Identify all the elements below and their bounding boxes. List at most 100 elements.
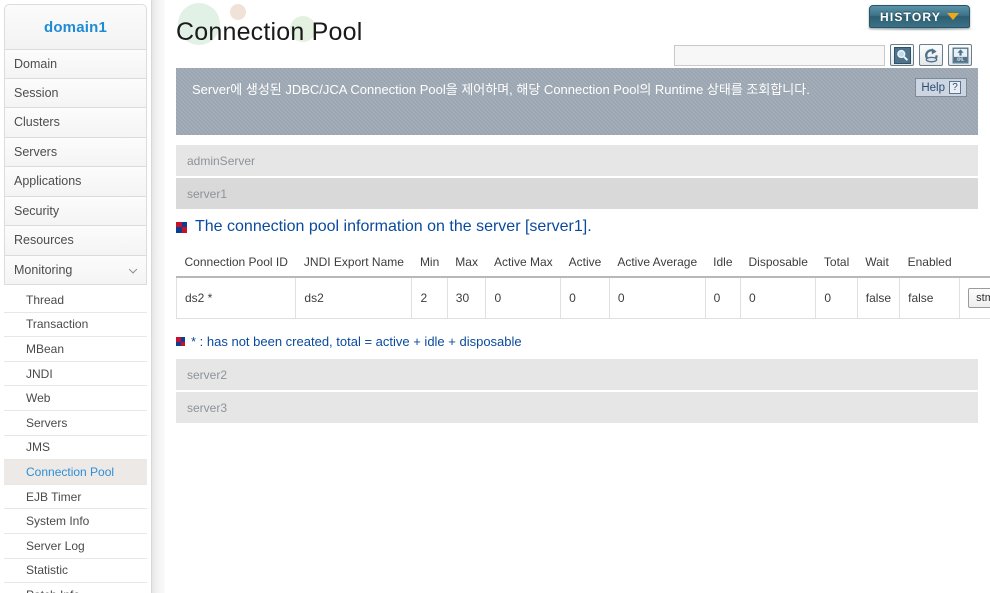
sidebar-item-label: Patch Info [26,588,80,593]
domain-label: domain1 [43,18,108,36]
server-row-label: server1 [187,186,228,201]
table-header-row: Connection Pool ID JNDI Export Name Min Max… [176,250,990,278]
sidebar-item-label: Statistic [26,563,69,578]
svg-text:XML: XML [956,57,964,63]
refresh-icon[interactable] [919,44,943,66]
page-title: Connection Pool [176,18,363,46]
stmt-button[interactable]: stmt [968,288,990,308]
search-toolbar: XML [674,44,972,66]
sidebar-item-system-info[interactable]: System Info [4,509,147,534]
sidebar-item-label: MBean [26,341,65,356]
sidebar-item-jms[interactable]: JMS [4,435,147,461]
server-row-label: server3 [187,400,228,415]
sidebar-item-label: JMS [26,440,50,455]
sidebar-item-label: Web [26,391,51,406]
cell-enabled: false [899,277,961,319]
search-input[interactable] [674,44,885,66]
server-row-label: server2 [187,367,228,382]
sidebar-item-label: Server Log [26,538,85,553]
sidebar-item-label: System Info [26,514,90,529]
section-title-text: The connection pool information on the s… [195,218,592,235]
sidebar-item-web[interactable]: Web [4,386,147,411]
cell-wait: false [857,277,901,319]
server-row-label: adminServer [187,153,256,168]
help-button-label: Help [921,81,945,94]
sidebar-item-label: Resources [14,233,74,248]
table-column-header: JNDI Export Name [295,250,412,278]
cell-total: 0 [815,277,858,319]
xml-export-icon[interactable]: XML [948,44,972,66]
table-column-header: Connection Pool ID [176,250,296,278]
server-row-server2[interactable]: server2 [176,359,978,391]
cell-disposable: 0 [740,277,817,319]
cell-max: 30 [447,277,487,319]
sidebar-item-label: Thread [26,292,65,307]
sidebar-item-security[interactable]: Security [4,196,147,226]
cell-min: 2 [411,277,448,319]
table-column-header: Wait [857,250,900,278]
search-icon[interactable] [890,44,914,66]
section-title: The connection pool information on the s… [176,218,592,236]
sidebar-item-patch-info[interactable]: Patch Info [4,583,147,593]
sidebar-item-jndi[interactable]: JNDI [4,361,147,387]
history-button[interactable]: HISTORY [869,5,970,28]
question-mark-icon: ? [949,81,961,94]
description-text: Server에 생성된 JDBC/JCA Connection Pool을 제어… [192,82,810,97]
cell-active-average: 0 [609,277,706,319]
connection-pool-table: Connection Pool ID JNDI Export Name Min Max… [175,250,990,319]
sidebar-item-servers[interactable]: Servers [4,137,147,167]
table-column-header: Total [815,250,858,278]
cell-active-max: 0 [485,277,562,319]
cell-idle: 0 [705,277,742,319]
table-column-header: Enabled [899,250,960,278]
table-column-header: Disposable [740,250,816,278]
section-marker-icon [176,221,187,233]
sidebar-item-applications[interactable]: Applications [4,167,147,197]
sidebar-item-statistic[interactable]: Statistic [4,558,147,584]
cell-connection-pool-id: ds2 * [175,277,297,319]
sidebar-sub-list: Thread Transaction MBean JNDI Web Servers JMS C… [0,288,151,593]
sidebar-item-mbean[interactable]: MBean [4,337,147,362]
sidebar-item-label: Domain [14,56,58,71]
sidebar-item-label: Monitoring [14,262,73,277]
sidebar-item-thread[interactable]: Thread [4,288,147,313]
sidebar-item-resources[interactable]: Resources [4,226,147,256]
server-row-server3[interactable]: server3 [176,392,978,424]
table-column-header: Active Average [609,250,706,278]
sidebar-item-connection-pool[interactable]: Connection Pool [4,460,147,485]
sidebar-item-domain[interactable]: Domain [4,49,147,79]
sidebar-item-clusters[interactable]: Clusters [4,108,147,138]
table-body: ds2 *ds2230000000falsefalsestmt [175,277,990,319]
sidebar-item-label: Security [14,203,60,218]
sidebar-item-session[interactable]: Session [4,78,147,108]
server-row-server1[interactable]: server1 [176,178,978,210]
section-marker-icon [176,337,185,346]
table-column-header [959,250,990,278]
domain-header[interactable]: domain1 [4,4,147,49]
sidebar-item-monitoring[interactable]: Monitoring [4,255,147,285]
sidebar-item-label: Transaction [26,317,89,332]
table-column-header: Idle [705,250,741,278]
table-header: Connection Pool ID JNDI Export Name Min Max… [176,250,990,278]
sidebar-item-label: Session [14,85,59,100]
sidebar-item-label: Servers [14,144,58,159]
cell-active: 0 [560,277,610,319]
chevron-down-icon [947,13,960,20]
cell-jndi-export-name: ds2 [295,277,413,319]
chevron-down-icon [128,264,138,274]
sidebar-item-transaction[interactable]: Transaction [4,312,147,338]
sidebar-item-label: EJB Timer [26,489,82,504]
footnote-text: * : has not been created, total = active… [191,334,522,349]
table-row: ds2 *ds2230000000falsefalsestmt [175,277,990,319]
sidebar-item-ejb-timer[interactable]: EJB Timer [4,484,147,510]
sidebar-item-label: Servers [26,415,68,430]
cell-action: stmt [959,277,990,319]
sidebar-item-server-log[interactable]: Server Log [4,533,147,559]
sidebar-item-label: JNDI [26,366,53,381]
server-row-adminserver[interactable]: adminServer [176,145,978,177]
description-banner: Server에 생성된 JDBC/JCA Connection Pool을 제어… [176,68,978,135]
help-button[interactable]: Help ? [915,78,967,97]
sidebar-item-servers[interactable]: Servers [4,410,147,436]
app-root: domain1 Domain Session Clusters Servers Appl… [0,0,990,593]
sidebar-item-label: Applications [14,174,82,189]
